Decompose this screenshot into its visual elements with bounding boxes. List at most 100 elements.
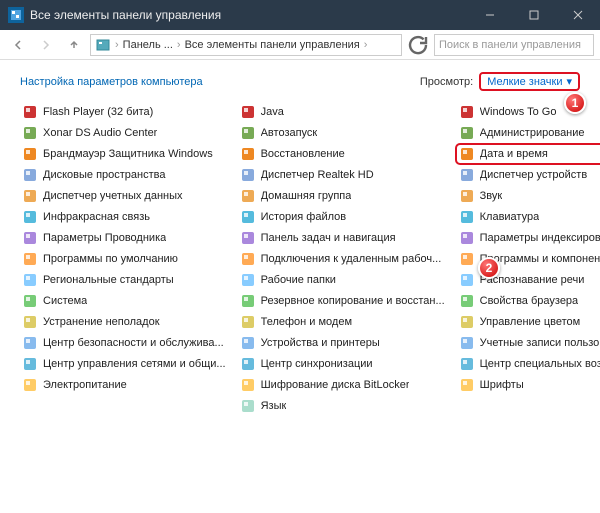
item-icon (22, 209, 38, 225)
item-icon (22, 146, 38, 162)
control-panel-item[interactable]: Инфракрасная связь (20, 208, 228, 226)
item-icon (240, 188, 256, 204)
item-label: Инфракрасная связь (43, 211, 150, 223)
control-panel-item[interactable]: Панель задач и навигация (238, 229, 447, 247)
titlebar: Все элементы панели управления (0, 0, 600, 30)
control-panel-item[interactable]: Программы по умолчанию (20, 250, 228, 268)
item-label: Управление цветом (480, 316, 581, 328)
item-icon (459, 356, 475, 372)
item-label: Электропитание (43, 379, 127, 391)
forward-button[interactable] (34, 33, 58, 57)
window-title: Все элементы панели управления (30, 8, 468, 22)
control-panel-item[interactable]: Резервное копирование и восстан... (238, 292, 447, 310)
item-icon (240, 251, 256, 267)
item-icon (240, 314, 256, 330)
control-panel-item[interactable]: Автозапуск (238, 124, 447, 142)
item-icon (459, 146, 475, 162)
control-panel-item[interactable]: Система (20, 292, 228, 310)
item-label: Клавиатура (480, 211, 540, 223)
control-panel-item[interactable]: Брандмауэр Защитника Windows (20, 145, 228, 163)
item-icon (22, 377, 38, 393)
control-panel-item[interactable]: Региональные стандарты (20, 271, 228, 289)
item-icon (459, 293, 475, 309)
close-button[interactable] (556, 0, 600, 30)
item-label: Flash Player (32 бита) (43, 106, 153, 118)
control-panel-item[interactable]: Xonar DS Audio Center (20, 124, 228, 142)
item-icon (22, 272, 38, 288)
control-panel-item[interactable]: Распознавание речи (457, 271, 600, 289)
item-label: Рабочие папки (261, 274, 336, 286)
item-icon (240, 272, 256, 288)
minimize-button[interactable] (468, 0, 512, 30)
item-label: Свойства браузера (480, 295, 579, 307)
item-label: Брандмауэр Защитника Windows (43, 148, 213, 160)
item-label: Язык (261, 400, 287, 412)
item-label: Телефон и модем (261, 316, 352, 328)
control-panel-item[interactable]: Учетные записи пользователей (457, 334, 600, 352)
item-label: Домашняя группа (261, 190, 352, 202)
control-panel-item[interactable]: История файлов (238, 208, 447, 226)
control-panel-item[interactable]: Дата и время (457, 145, 600, 163)
back-button[interactable] (6, 33, 30, 57)
item-icon (459, 377, 475, 393)
breadcrumb-b[interactable]: Все элементы панели управления (185, 39, 360, 51)
breadcrumb-icon (95, 37, 111, 53)
view-dropdown[interactable]: Мелкие значки ▾ 1 (479, 72, 580, 91)
item-label: Центр управления сетями и общи... (43, 358, 226, 370)
up-button[interactable] (62, 33, 86, 57)
item-icon (240, 104, 256, 120)
breadcrumb[interactable]: › Панель ... › Все элементы панели управ… (90, 34, 402, 56)
item-label: Центр безопасности и обслужива... (43, 337, 224, 349)
control-panel-item[interactable]: Язык (238, 397, 447, 415)
control-panel-item[interactable]: Устранение неполадок (20, 313, 228, 331)
item-label: Xonar DS Audio Center (43, 127, 157, 139)
control-panel-item[interactable]: Windows To Go (457, 103, 600, 121)
chevron-right-icon: › (113, 39, 121, 51)
chevron-down-icon: ▾ (566, 75, 572, 88)
control-panel-item[interactable]: Параметры Проводника (20, 229, 228, 247)
control-panel-item[interactable]: Flash Player (32 бита) (20, 103, 228, 121)
control-panel-item[interactable]: Устройства и принтеры (238, 334, 447, 352)
item-icon (22, 230, 38, 246)
breadcrumb-a[interactable]: Панель ... (123, 39, 173, 51)
control-panel-item[interactable]: Центр управления сетями и общи... (20, 355, 228, 373)
item-label: История файлов (261, 211, 347, 223)
item-icon (459, 167, 475, 183)
control-panel-item[interactable]: Параметры индексирования (457, 229, 600, 247)
item-icon (459, 251, 475, 267)
item-icon (22, 125, 38, 141)
item-label: Диспетчер Realtek HD (261, 169, 374, 181)
control-panel-item[interactable]: Диспетчер устройств (457, 166, 600, 184)
control-panel-item[interactable]: Электропитание (20, 376, 228, 394)
maximize-button[interactable] (512, 0, 556, 30)
control-panel-item[interactable]: Администрирование (457, 124, 600, 142)
chevron-right-icon: › (362, 39, 370, 51)
control-panel-item[interactable]: Свойства браузера (457, 292, 600, 310)
view-label: Просмотр: (420, 76, 473, 88)
item-icon (22, 293, 38, 309)
control-panel-item[interactable]: Центр безопасности и обслужива... (20, 334, 228, 352)
control-panel-item[interactable]: Звук (457, 187, 600, 205)
item-icon (459, 125, 475, 141)
control-panel-item[interactable]: Диспетчер Realtek HD (238, 166, 447, 184)
control-panel-item[interactable]: Подключения к удаленным рабоч... (238, 250, 447, 268)
item-icon (459, 188, 475, 204)
control-panel-item[interactable]: Шифрование диска BitLocker (238, 376, 447, 394)
control-panel-item[interactable]: Диспетчер учетных данных (20, 187, 228, 205)
search-field[interactable] (439, 39, 589, 51)
item-icon (240, 125, 256, 141)
control-panel-item[interactable]: Java (238, 103, 447, 121)
control-panel-item[interactable]: Клавиатура (457, 208, 600, 226)
view-value: Мелкие значки (487, 76, 562, 88)
control-panel-item[interactable]: Восстановление (238, 145, 447, 163)
control-panel-item[interactable]: Дисковые пространства (20, 166, 228, 184)
control-panel-item[interactable]: Телефон и модем (238, 313, 447, 331)
control-panel-item[interactable]: Шрифты (457, 376, 600, 394)
control-panel-item[interactable]: Управление цветом (457, 313, 600, 331)
control-panel-item[interactable]: Домашняя группа (238, 187, 447, 205)
refresh-button[interactable] (406, 33, 430, 57)
search-input[interactable] (434, 34, 594, 56)
control-panel-item[interactable]: Рабочие папки (238, 271, 447, 289)
control-panel-item[interactable]: Центр специальных возможностей (457, 355, 600, 373)
control-panel-item[interactable]: Центр синхронизации (238, 355, 447, 373)
